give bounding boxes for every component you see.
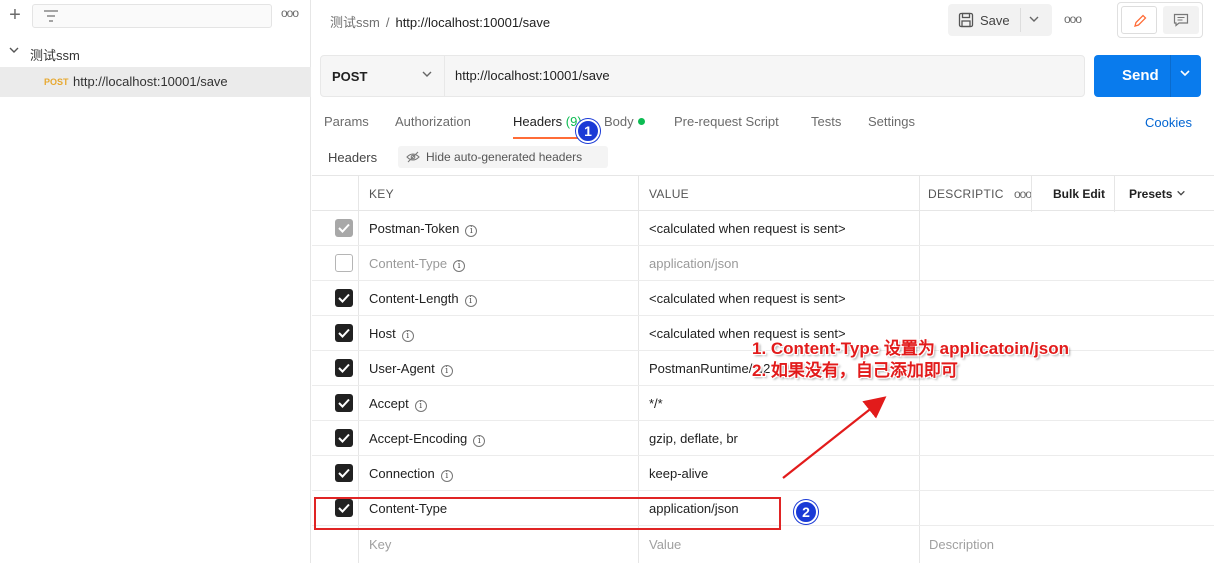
annotation-line-1: 1. Content-Type 设置为 applicatoin/json (752, 339, 1070, 358)
annotation-line-2: 2. 如果没有，自己添加即可 (752, 361, 958, 380)
annotation-arrow (782, 396, 887, 479)
highlight-box (314, 497, 781, 530)
step-badge-1: 1 (576, 119, 600, 143)
step-badge-2: 2 (794, 500, 818, 524)
postman-app: + ooo 测试ssm POST http://localhost:10001/… (0, 0, 1214, 563)
annotation-note: 1. Content-Type 设置为 applicatoin/json 2. … (752, 338, 1069, 382)
